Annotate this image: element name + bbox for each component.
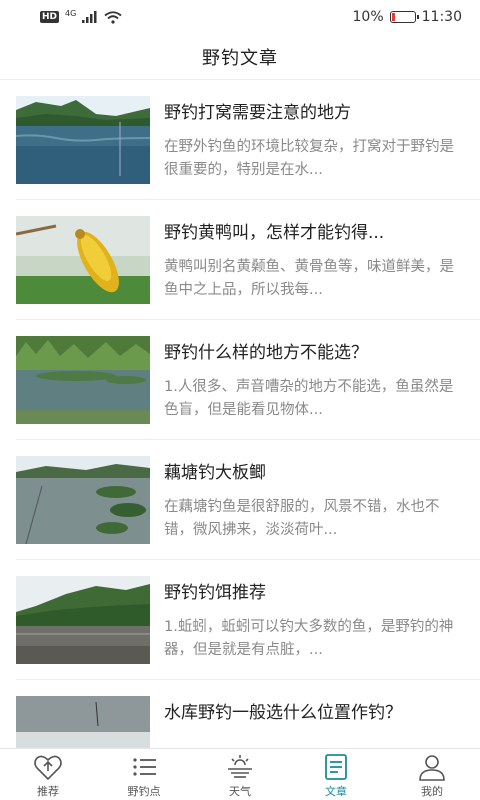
article-item[interactable]: 野钓什么样的地方不能选？ 1.人很多、声音嘈杂的地方不能选，鱼虽然是色盲，但是能… bbox=[16, 320, 480, 440]
battery-icon bbox=[389, 11, 419, 23]
hd-badge: HD bbox=[40, 11, 60, 23]
article-item[interactable]: 野钓钓饵推荐 1.蚯蚓，蚯蚓可以钓大多数的鱼，是野钓的神器，但是就是有点脏，..… bbox=[16, 560, 480, 680]
tab-articles[interactable]: 文章 bbox=[288, 749, 384, 800]
status-bar: HD 4G 10% 11:30 bbox=[0, 0, 480, 34]
article-thumbnail bbox=[16, 96, 150, 184]
article-desc: 1.蚯蚓，蚯蚓可以钓大多数的鱼，是野钓的神器，但是就是有点脏，... bbox=[164, 619, 454, 658]
article-item[interactable]: 野钓黄鸭叫，怎样才能钓得... 黄鸭叫别名黄颡鱼、黄骨鱼等，味道鲜美，是鱼中之上… bbox=[16, 200, 480, 320]
article-thumbnail bbox=[16, 456, 150, 544]
page-title: 野钓文章 bbox=[202, 47, 278, 69]
tab-label: 我的 bbox=[421, 785, 443, 798]
tab-weather[interactable]: 天气 bbox=[192, 749, 288, 800]
article-list[interactable]: 野钓打窝需要注意的地方 在野外钓鱼的环境比较复杂，打窝对于野钓是很重要的，特别是… bbox=[0, 80, 480, 748]
article-title: 野钓钓饵推荐 bbox=[164, 583, 266, 603]
battery-percent: 10% bbox=[352, 9, 384, 25]
list-icon bbox=[133, 758, 156, 776]
article-desc: 1.人很多、声音嘈杂的地方不能选，鱼虽然是色盲，但是能看见物体... bbox=[164, 379, 454, 418]
article-thumbnail bbox=[16, 216, 150, 304]
article-title: 野钓打窝需要注意的地方 bbox=[164, 103, 351, 123]
status-right: 10% 11:30 bbox=[353, 9, 462, 25]
article-title: 野钓什么样的地方不能选？ bbox=[164, 343, 368, 363]
article-title: 水库野钓一般选什么位置作钓？ bbox=[164, 703, 402, 723]
wifi-icon bbox=[104, 10, 122, 24]
article-item[interactable]: 藕塘钓大板鲫 在藕塘钓鱼是很舒服的，风景不错，水也不错，微风拂来，淡淡荷叶... bbox=[16, 440, 480, 560]
tab-profile[interactable]: 我的 bbox=[384, 749, 480, 800]
tab-label: 野钓点 bbox=[127, 785, 161, 798]
article-desc: 在野外钓鱼的环境比较复杂，打窝对于野钓是很重要的，特别是在水... bbox=[164, 139, 454, 178]
clock: 11:30 bbox=[421, 9, 462, 25]
article-thumbnail bbox=[16, 576, 150, 664]
article-item[interactable]: 水库野钓一般选什么位置作钓？ bbox=[16, 680, 480, 748]
status-left: HD 4G bbox=[40, 8, 122, 24]
article-item[interactable]: 野钓打窝需要注意的地方 在野外钓鱼的环境比较复杂，打窝对于野钓是很重要的，特别是… bbox=[16, 80, 480, 200]
user-icon bbox=[419, 755, 445, 781]
weather-icon bbox=[228, 755, 252, 778]
article-title: 野钓黄鸭叫，怎样才能钓得... bbox=[164, 223, 385, 243]
article-title: 藕塘钓大板鲫 bbox=[164, 463, 266, 483]
article-desc: 黄鸭叫别名黄颡鱼、黄骨鱼等，味道鲜美，是鱼中之上品，所以我每... bbox=[164, 259, 454, 298]
recommend-icon bbox=[34, 755, 62, 781]
title-bar: 野钓文章 bbox=[0, 34, 480, 80]
article-desc bbox=[164, 736, 464, 748]
tab-label: 天气 bbox=[229, 785, 251, 798]
article-thumbnail bbox=[16, 336, 150, 424]
tab-label: 推荐 bbox=[37, 785, 59, 798]
article-desc: 在藕塘钓鱼是很舒服的，风景不错，水也不错，微风拂来，淡淡荷叶... bbox=[164, 499, 440, 538]
bottom-tab-bar: 推荐 野钓点 天气 文章 我的 bbox=[0, 748, 480, 800]
network-type: 4G bbox=[65, 8, 77, 18]
signal-icon bbox=[82, 11, 97, 23]
tab-label: 文章 bbox=[325, 785, 347, 798]
tab-recommend[interactable]: 推荐 bbox=[0, 749, 96, 800]
article-icon bbox=[325, 754, 347, 780]
tab-spots[interactable]: 野钓点 bbox=[96, 749, 192, 800]
article-thumbnail bbox=[16, 696, 150, 748]
